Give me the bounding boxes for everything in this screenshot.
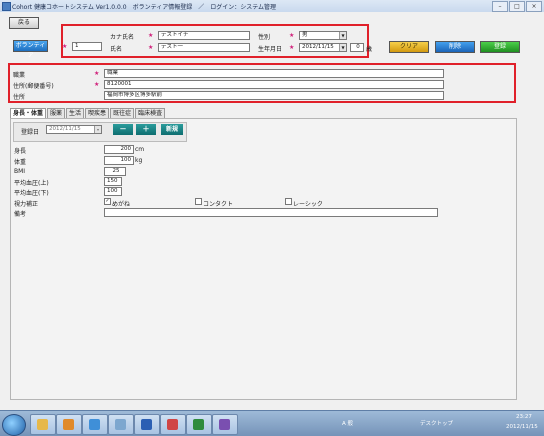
new-button[interactable]: 新規 [161,124,183,135]
remarks-label: 備考 [14,211,27,218]
clock-time[interactable]: 23:27 [516,414,532,420]
zip-label: 住所(郵便番号) [13,83,54,90]
bp-high-label: 平均血圧(上) [14,180,49,187]
glasses-checkbox[interactable]: ✓ [104,198,111,205]
height-input[interactable]: 200 [104,145,134,154]
gender-label: 性別 [258,34,271,41]
calendar-icon: ▾ [94,126,101,133]
required-mark: ★ [94,70,100,77]
required-mark: ★ [148,32,154,39]
required-mark: ★ [289,44,295,51]
registration-date-value: 2012/11/15 [49,126,81,132]
name-label: 氏名 [110,46,123,53]
desktop-toolbar[interactable]: デスクトップ [420,419,453,427]
vision-label: 視力補正 [14,201,39,208]
address-input[interactable]: 福岡市博多区博多駅前 [104,91,444,100]
birth-value: 2012/11/15 [302,44,334,50]
taskbar-app-paint[interactable] [160,414,186,435]
kana-input[interactable]: テストイチ [158,31,250,40]
bp-low-label: 平均血圧(下) [14,190,49,197]
bmi-field: 25 [104,167,126,176]
tab-bar: 身長・体重 服薬 生活 喫疾患 既往症 臨床検査 [10,108,166,118]
dropdown-arrow-icon: ▼ [339,32,346,39]
clock-date[interactable]: 2012/11/15 [506,424,538,430]
kana-label: カナ氏名 [110,34,135,41]
paint-icon [167,419,178,430]
job-input[interactable]: 職業 [104,69,444,78]
required-mark: ★ [62,43,68,50]
register-button[interactable]: 登録 [480,41,520,53]
delete-button[interactable]: 削除 [435,41,475,53]
birth-date-picker[interactable]: 2012/11/15 ▼ [299,43,347,52]
start-button[interactable] [2,414,26,436]
height-label: 身長 [14,148,27,155]
taskbar-app-visual-studio[interactable] [212,414,238,435]
tab-smoking[interactable]: 喫疾患 [85,108,110,118]
taskbar-app-ie[interactable] [82,414,108,435]
app-window-icon [115,419,126,430]
prev-button[interactable]: － [113,124,133,135]
tab-clinical[interactable]: 臨床検査 [135,108,166,118]
maximize-button[interactable]: □ [509,1,525,12]
taskbar-app-cohort[interactable] [108,414,134,435]
visual-studio-icon [219,419,230,430]
remarks-input[interactable] [104,208,438,217]
required-mark: ★ [148,44,154,51]
required-mark: ★ [289,32,295,39]
measurement-panel [10,118,517,400]
dropdown-arrow-icon: ▼ [339,44,346,51]
close-button[interactable]: × [526,1,542,12]
bp-low-input[interactable]: 100 [104,187,122,196]
taskbar-app-excel[interactable] [186,414,212,435]
volunteer-button[interactable]: ボランティア [13,40,48,59]
date-label: 登録日 [21,129,40,136]
taskbar-app-explorer[interactable] [30,414,56,435]
address-label: 住所 [13,94,26,101]
gender-value: 男 [302,32,308,38]
back-button[interactable]: 戻る [9,17,39,29]
bp-high-input[interactable]: 150 [104,177,122,186]
bmi-label: BMI [14,168,26,175]
weight-unit: kg [135,157,143,164]
taskbar-app-media[interactable] [56,414,82,435]
excel-icon [193,419,204,430]
minimize-button[interactable]: – [492,1,508,12]
tab-height-weight[interactable]: 身長・体重 [10,108,47,118]
age-unit: 歳 [366,46,373,53]
id-field[interactable]: 1 [72,42,102,51]
browser-icon [89,419,100,430]
lasik-label: レーシック [293,201,323,208]
window-title: Cohort 健康コホートシステム Ver1.0.0.0 ボランティア情報登録 … [12,4,277,11]
tab-medication[interactable]: 服薬 [47,108,66,118]
contact-label: コンタクト [203,201,234,208]
media-icon [63,419,74,430]
weight-input[interactable]: 100 [104,156,134,165]
tab-lifestyle[interactable]: 生活 [66,108,85,118]
ime-indicator[interactable]: A 般 [342,419,353,427]
contact-checkbox[interactable] [195,198,202,205]
required-mark: ★ [94,81,100,88]
taskbar: A 般 デスクトップ 23:27 2012/11/15 [0,410,544,436]
folder-icon [37,419,48,430]
gender-select[interactable]: 男 ▼ [299,31,347,40]
clear-button[interactable]: クリア [389,41,429,53]
word-icon [141,419,152,430]
tab-history[interactable]: 既往症 [110,108,135,118]
age-field: 0 [350,43,364,52]
registration-date-picker[interactable]: 2012/11/15 ▾ [46,125,102,134]
glasses-label: めがね [112,201,131,208]
height-unit: cm [135,146,145,153]
app-icon [2,2,11,11]
zip-input[interactable]: 8120001 [104,80,444,89]
next-button[interactable]: ＋ [136,124,156,135]
window-controls: – □ × [491,1,542,12]
job-label: 職業 [13,72,26,79]
header-highlight-box [61,24,369,58]
taskbar-app-word[interactable] [134,414,160,435]
birth-label: 生年月日 [258,46,283,53]
name-input[interactable]: テスト一 [158,43,250,52]
lasik-checkbox[interactable] [285,198,292,205]
weight-label: 体重 [14,159,27,166]
